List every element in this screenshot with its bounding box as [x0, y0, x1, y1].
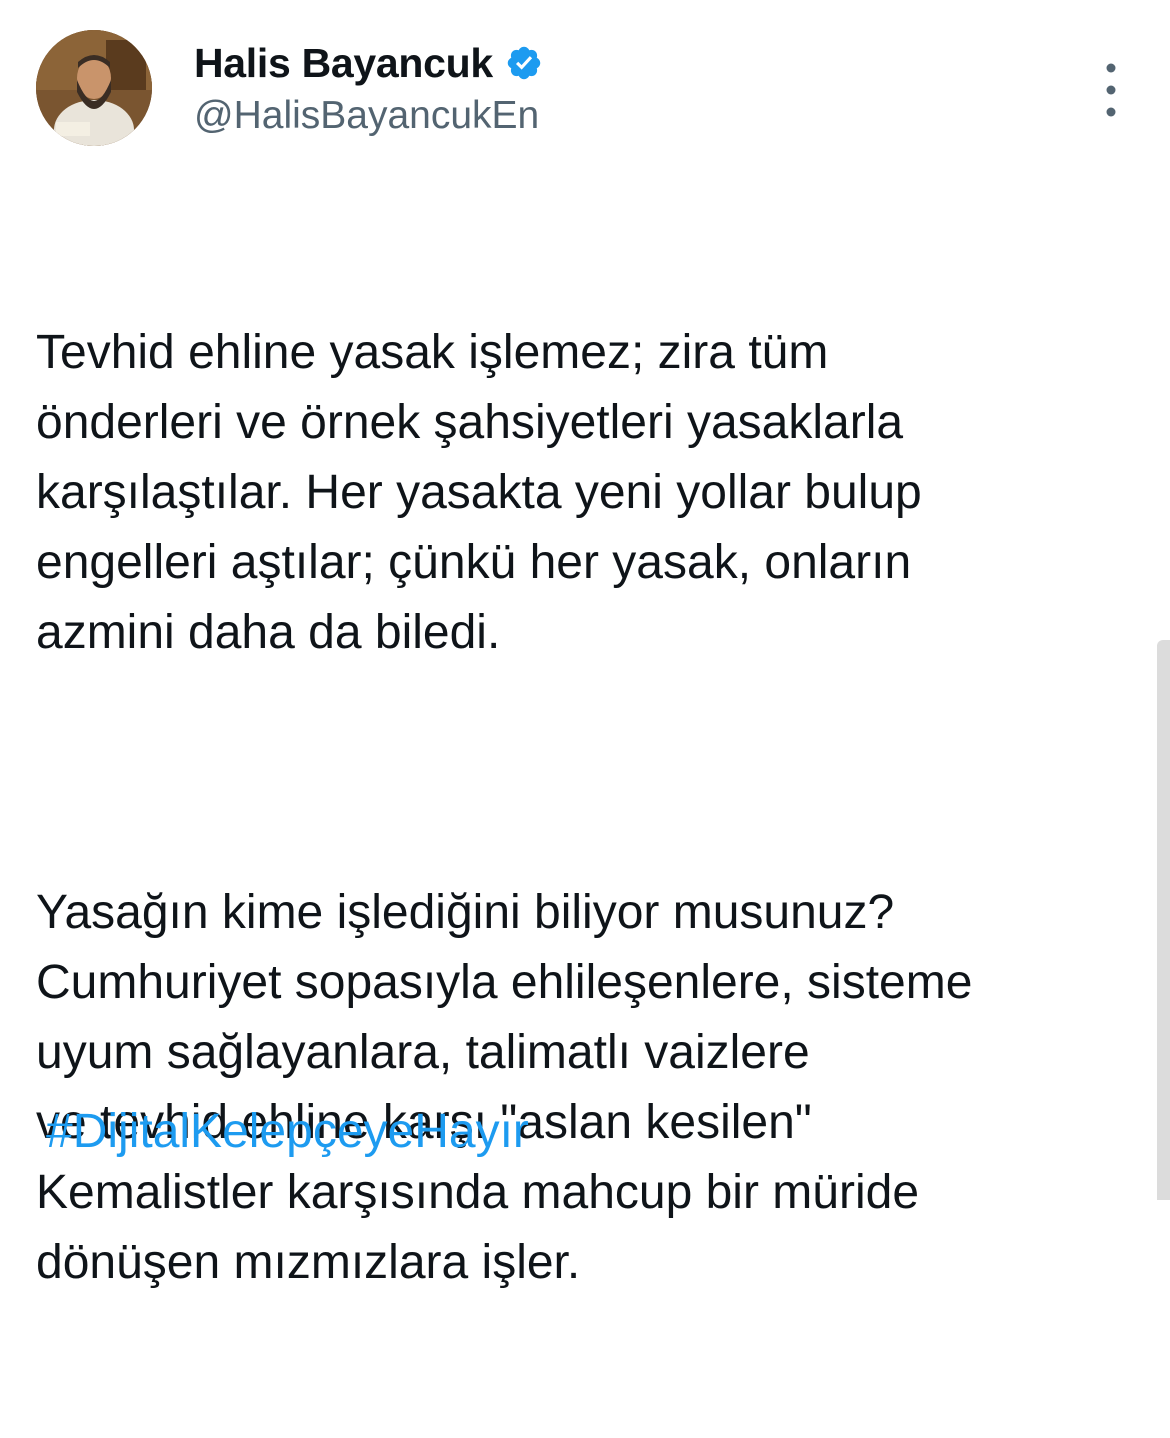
- tweet-text: Tevhid ehline yasak işlemez; zira tüm ön…: [36, 178, 1146, 1438]
- scrollbar[interactable]: [1157, 640, 1170, 1200]
- handle[interactable]: @HalisBayancukEn: [194, 92, 539, 140]
- display-name[interactable]: Halis Bayancuk: [194, 38, 493, 88]
- tweet: Halis Bayancuk @HalisBayancukEn Tevhid e…: [0, 0, 1170, 1289]
- tweet-paragraph: Tevhid ehline yasak işlemez; zira tüm ön…: [36, 326, 922, 659]
- display-name-row: Halis Bayancuk: [194, 38, 543, 88]
- verified-badge-icon: [507, 46, 541, 80]
- hashtag-link[interactable]: #DijitalKelepçeyeHayır: [46, 1097, 529, 1167]
- tweet-header: Halis Bayancuk @HalisBayancukEn: [36, 30, 1136, 150]
- more-vertical-icon[interactable]: [1099, 58, 1123, 122]
- avatar[interactable]: [36, 30, 152, 146]
- tweet-paragraph: Yasağın kime işlediğini biliyor musunuz?…: [36, 886, 973, 1289]
